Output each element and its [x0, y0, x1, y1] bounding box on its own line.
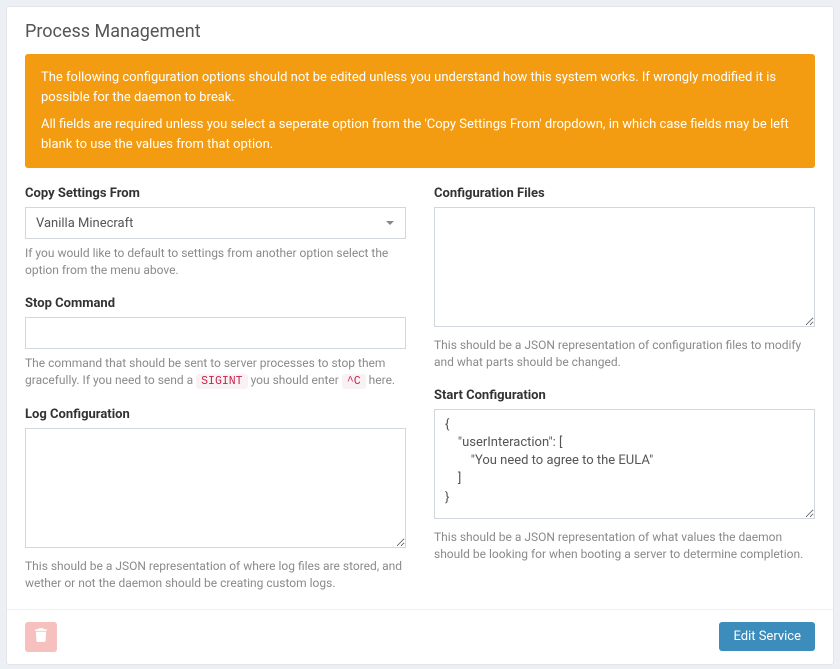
config-files-group: Configuration Files This should be a JSO…: [434, 186, 815, 372]
config-files-help: This should be a JSON representation of …: [434, 337, 815, 372]
copy-settings-select[interactable]: Vanilla Minecraft: [25, 207, 406, 239]
stop-command-label: Stop Command: [25, 296, 406, 311]
log-config-help: This should be a JSON representation of …: [25, 558, 406, 593]
edit-service-button[interactable]: Edit Service: [719, 622, 815, 651]
config-files-textarea[interactable]: [434, 207, 815, 327]
copy-settings-label: Copy Settings From: [25, 186, 406, 201]
log-config-textarea[interactable]: [25, 428, 406, 548]
alert-text-2: All fields are required unless you selec…: [41, 115, 799, 154]
page-title: Process Management: [7, 7, 833, 54]
panel-footer: Edit Service: [7, 609, 833, 664]
stop-command-help-mid: you should enter: [251, 373, 342, 387]
process-management-panel: Process Management The following configu…: [6, 6, 834, 665]
trash-icon: [35, 628, 47, 646]
copy-settings-help: If you would like to default to settings…: [25, 245, 406, 280]
delete-button[interactable]: [25, 622, 57, 652]
panel-body: The following configuration options shou…: [7, 54, 833, 609]
start-config-textarea[interactable]: { "userInteraction": [ "You need to agre…: [434, 409, 815, 519]
alert-text-1: The following configuration options shou…: [41, 68, 799, 107]
start-config-help: This should be a JSON representation of …: [434, 529, 815, 564]
sigint-code: SIGINT: [196, 374, 247, 389]
copy-settings-select-wrap: Vanilla Minecraft: [25, 207, 406, 239]
log-config-group: Log Configuration This should be a JSON …: [25, 407, 406, 593]
form-row: Copy Settings From Vanilla Minecraft If …: [25, 186, 815, 593]
log-config-label: Log Configuration: [25, 407, 406, 422]
start-config-label: Start Configuration: [434, 388, 815, 403]
config-files-label: Configuration Files: [434, 186, 815, 201]
left-column: Copy Settings From Vanilla Minecraft If …: [25, 186, 406, 593]
stop-command-help-post: here.: [369, 373, 395, 387]
start-config-group: Start Configuration { "userInteraction":…: [434, 388, 815, 564]
ctrl-c-code: ^C: [342, 374, 366, 389]
stop-command-input[interactable]: [25, 317, 406, 349]
right-column: Configuration Files This should be a JSO…: [434, 186, 815, 593]
stop-command-group: Stop Command The command that should be …: [25, 296, 406, 391]
copy-settings-group: Copy Settings From Vanilla Minecraft If …: [25, 186, 406, 280]
stop-command-help: The command that should be sent to serve…: [25, 355, 406, 391]
warning-alert: The following configuration options shou…: [25, 54, 815, 168]
